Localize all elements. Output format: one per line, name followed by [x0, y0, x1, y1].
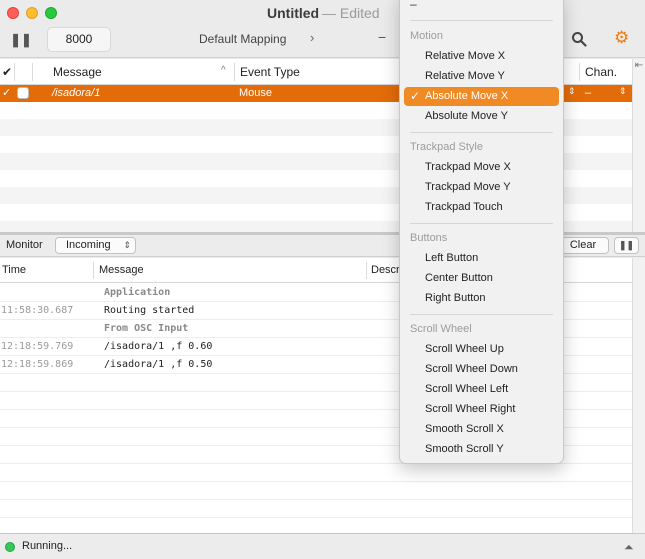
description-column-header[interactable]: Descr: [371, 264, 400, 276]
remove-mapping-button[interactable]: −: [378, 29, 386, 45]
collapse-sidebar-icon[interactable]: ⇤: [633, 60, 645, 74]
monitor-pause-button[interactable]: ❚❚: [614, 237, 639, 254]
minimize-window-button[interactable]: [26, 7, 38, 19]
menu-section-scroll-wheel: Scroll Wheel: [410, 323, 472, 335]
enabled-column-header[interactable]: ✔: [2, 65, 12, 79]
monitor-label: Monitor: [6, 239, 43, 251]
monitor-direction-value: Incoming: [66, 239, 111, 251]
running-status-icon: [5, 542, 15, 552]
menu-item-label: Absolute Move X: [425, 90, 509, 102]
chevron-right-icon[interactable]: ›: [310, 30, 314, 45]
chevron-updown-icon: ⇕: [123, 240, 131, 250]
status-bar: Running... ⏶: [0, 533, 645, 559]
log-scrollbar[interactable]: [632, 258, 645, 533]
window-edited-label: — Edited: [322, 5, 380, 21]
time-column-header[interactable]: Time: [2, 264, 26, 276]
menu-item-smooth-scroll-x[interactable]: Smooth Scroll X: [404, 420, 559, 439]
window-title: Untitled: [267, 5, 320, 21]
log-time: 11:58:30.687: [1, 305, 74, 316]
mapping-preset-label[interactable]: Default Mapping: [199, 32, 286, 46]
menu-item-scroll-wheel-left[interactable]: Scroll Wheel Left: [404, 380, 559, 399]
menu-item-relative-move-y[interactable]: Relative Move Y: [404, 67, 559, 86]
menu-item-right-button[interactable]: Right Button: [404, 289, 559, 308]
row-event-type[interactable]: Mouse: [239, 87, 272, 99]
log-message: /isadora/1 ,f 0.60: [104, 341, 213, 352]
menu-none-item[interactable]: –: [410, 0, 417, 11]
log-group-label: Application: [104, 287, 171, 298]
menu-item-relative-move-x[interactable]: Relative Move X: [404, 47, 559, 66]
log-row[interactable]: [0, 500, 632, 518]
event-type-column-header[interactable]: Event Type: [240, 65, 300, 79]
menu-item-scroll-wheel-down[interactable]: Scroll Wheel Down: [404, 360, 559, 379]
triangle-up-icon[interactable]: ⏶: [624, 540, 634, 555]
menu-item-scroll-wheel-right[interactable]: Scroll Wheel Right: [404, 400, 559, 419]
menu-item-trackpad-move-x[interactable]: Trackpad Move X: [404, 158, 559, 177]
log-message: Routing started: [104, 305, 195, 316]
menu-item-left-button[interactable]: Left Button: [404, 249, 559, 268]
menu-item-absolute-move-x[interactable]: ✓ Absolute Move X: [404, 87, 559, 106]
checkmark-icon: ✓: [2, 87, 12, 99]
sort-ascending-icon: ^: [221, 65, 226, 76]
row-message[interactable]: /isadora/1: [52, 87, 100, 99]
log-time: 12:18:59.769: [1, 341, 74, 352]
row-channel[interactable]: –: [585, 87, 591, 99]
gear-icon[interactable]: ⚙: [614, 29, 629, 47]
pause-icon[interactable]: ❚❚: [10, 30, 32, 50]
row-enabled-checkbox[interactable]: [17, 87, 29, 99]
log-group-label: From OSC Input: [104, 323, 189, 334]
channel-column-header[interactable]: Chan.: [585, 65, 617, 79]
log-row[interactable]: [0, 482, 632, 500]
zoom-window-button[interactable]: [45, 7, 57, 19]
log-message: /isadora/1 ,f 0.50: [104, 359, 213, 370]
search-icon[interactable]: [571, 31, 587, 47]
log-row[interactable]: [0, 464, 632, 482]
message-column-header[interactable]: Message: [53, 65, 102, 79]
menu-item-center-button[interactable]: Center Button: [404, 269, 559, 288]
close-window-button[interactable]: [7, 7, 19, 19]
event-type-menu: – Motion Relative Move X Relative Move Y…: [399, 0, 564, 464]
menu-item-absolute-move-y[interactable]: Absolute Move Y: [404, 107, 559, 126]
stepper-icon[interactable]: ⇕: [619, 86, 627, 97]
stepper-icon[interactable]: ⇕: [568, 86, 576, 97]
menu-item-scroll-wheel-up[interactable]: Scroll Wheel Up: [404, 340, 559, 359]
menu-item-smooth-scroll-y[interactable]: Smooth Scroll Y: [404, 440, 559, 459]
menu-item-trackpad-move-y[interactable]: Trackpad Move Y: [404, 178, 559, 197]
clear-button[interactable]: Clear: [557, 237, 609, 254]
checkmark-icon: ✓: [410, 89, 421, 103]
menu-item-trackpad-touch[interactable]: Trackpad Touch: [404, 198, 559, 217]
port-field[interactable]: 8000: [47, 27, 111, 52]
monitor-direction-select[interactable]: Incoming ⇕: [55, 237, 136, 254]
log-time: 12:18:59.869: [1, 359, 74, 370]
menu-section-motion: Motion: [410, 30, 444, 42]
log-message-column-header[interactable]: Message: [99, 264, 144, 276]
menu-section-buttons: Buttons: [410, 232, 448, 244]
menu-section-trackpad: Trackpad Style: [410, 141, 483, 153]
status-text: Running...: [22, 540, 73, 552]
mapping-scrollbar[interactable]: [632, 59, 645, 232]
